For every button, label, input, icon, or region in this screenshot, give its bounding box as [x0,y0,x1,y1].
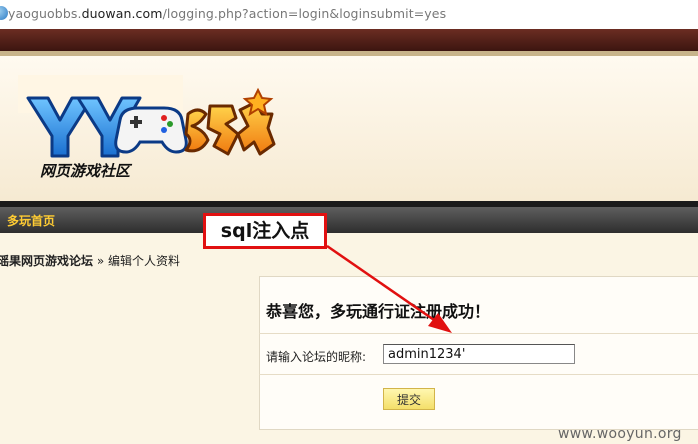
url-host-prefix: yaoguobbs. [8,6,82,21]
breadcrumb-forum-link[interactable]: 瑶果网页游戏论坛 [0,254,93,268]
main-nav [0,207,698,233]
submit-button[interactable]: 提交 [383,388,435,410]
logo-tagline: 网页游戏社区 [40,162,133,180]
nav-item-duowan-home[interactable]: 多玩首页 [7,212,55,229]
panel-divider [259,333,698,334]
url-text[interactable]: yaoguobbs.duowan.com/logging.php?action=… [8,6,446,21]
breadcrumb-separator: » [96,254,105,268]
breadcrumb-current: 编辑个人资料 [108,254,181,268]
success-message: 恭喜您，多玩通行证注册成功！ [266,302,491,321]
browser-address-bar[interactable]: yaoguobbs.duowan.com/logging.php?action=… [0,0,698,30]
url-host: duowan.com [81,6,163,21]
url-path: /logging.php?action=login&loginsubmit=ye… [162,6,447,21]
globe-icon [0,6,8,20]
gamepad-icon [114,106,188,154]
nickname-input[interactable] [383,344,575,364]
nickname-label: 请输入论坛的昵称: [266,350,367,364]
breadcrumb: 瑶果网页游戏论坛 » 编辑个人资料 [0,252,180,269]
panel-divider [259,374,698,375]
sql-injection-callout: sql注入点 [203,213,327,249]
site-top-strip [0,29,698,51]
youxi-characters [184,87,276,156]
watermark: www.wooyun.org [558,426,682,442]
yy-game-logo[interactable]: 网页游戏社区 [22,84,292,184]
